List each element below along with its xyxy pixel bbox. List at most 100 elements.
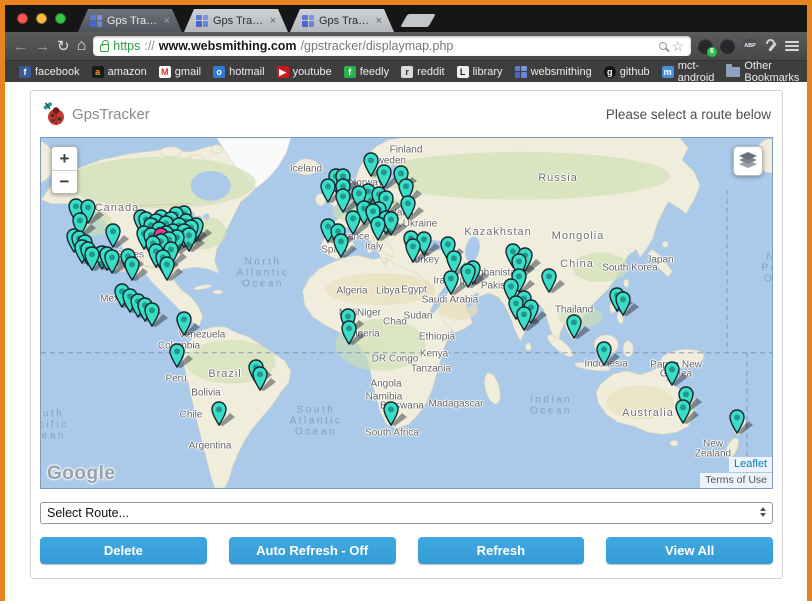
tab-1[interactable]: Gps Tracker× (78, 9, 182, 32)
layers-control[interactable] (733, 146, 763, 176)
bookmarks-bar: ffacebookaamazonMgmailohotmail▶youtubeff… (5, 61, 807, 82)
browser-window: { "colors": { "frame":"#e8831f", "button… (0, 0, 812, 601)
map-marker[interactable] (340, 320, 370, 346)
zoom-out-button[interactable]: − (52, 170, 77, 193)
extension-icons: 6 ABP (698, 38, 799, 54)
delete-button[interactable]: Delete (40, 537, 207, 564)
map-marker[interactable] (175, 311, 205, 337)
new-tab-button[interactable] (400, 14, 436, 27)
facebook-icon: f (19, 66, 31, 78)
ssl-lock-icon (100, 44, 109, 52)
brand: GpsTracker (42, 101, 150, 127)
bookmark-label: github (620, 66, 650, 78)
tab-3[interactable]: Gps Tracker× (290, 9, 394, 32)
hotmail-icon: o (213, 66, 225, 78)
url-separator: :// (144, 39, 154, 53)
map-marker[interactable] (515, 306, 545, 332)
route-select[interactable]: Select Route... (40, 502, 773, 524)
forward-button-icon[interactable] (35, 39, 50, 54)
other-bookmarks-button[interactable]: Other Bookmarks (720, 61, 805, 82)
url-scheme: https (113, 39, 140, 53)
auto-refresh-button[interactable]: Auto Refresh - Off (229, 537, 396, 564)
reload-button-icon[interactable] (57, 39, 70, 54)
address-bar[interactable]: https :// www.websmithing.com /gpstracke… (93, 36, 691, 56)
map-marker[interactable] (168, 343, 198, 369)
bookmark-label: feedly (360, 66, 389, 78)
library-icon: L (457, 66, 469, 78)
map-marker[interactable] (674, 399, 704, 425)
leaflet-attribution-link[interactable]: Leaflet (729, 457, 772, 472)
map-marker[interactable] (614, 291, 644, 317)
zoom-in-button[interactable]: + (52, 147, 77, 170)
github-icon: g (604, 66, 616, 78)
bookmark-label: websmithing (531, 66, 592, 78)
minimize-window-button[interactable] (36, 13, 47, 24)
refresh-button[interactable]: Refresh (418, 537, 585, 564)
tab-title: Gps Tracker (213, 15, 265, 27)
chrome-menu-icon[interactable] (785, 41, 799, 51)
window-controls (11, 13, 78, 32)
bookmark-youtube[interactable]: ▶ youtube (271, 61, 338, 82)
terms-of-use-link[interactable]: Terms of Use (700, 473, 772, 488)
map-marker[interactable] (565, 314, 595, 340)
amazon-icon: a (92, 66, 104, 78)
youtube-icon: ▶ (277, 66, 289, 78)
bookmark-feedly[interactable]: ffeedly (338, 61, 395, 82)
folder-icon (726, 67, 740, 77)
map-marker[interactable] (382, 401, 412, 427)
bookmark-websmithing[interactable]: websmithing (509, 61, 598, 82)
extension-badge: 6 (707, 47, 717, 57)
url-path: /gpstracker/displaymap.php (301, 39, 656, 53)
action-buttons: Delete Auto Refresh - Off Refresh View All (40, 537, 773, 564)
bookmark-hotmail[interactable]: ohotmail (207, 61, 270, 82)
back-button-icon[interactable] (13, 39, 28, 54)
adblock-plus-icon[interactable]: ABP (742, 38, 758, 54)
home-button-icon[interactable] (77, 38, 87, 54)
route-prompt: Please select a route below (606, 107, 771, 122)
bookmark-mct-android[interactable]: mmct-android (656, 61, 721, 82)
site-favicon (302, 15, 314, 27)
blocker-extension-icon[interactable]: 6 (698, 39, 713, 54)
bookmark-library[interactable]: Llibrary (451, 61, 509, 82)
map-marker[interactable] (158, 256, 188, 282)
bookmark-items: ffacebookaamazonMgmailohotmail▶youtubeff… (13, 61, 720, 82)
site-favicon (196, 15, 208, 27)
zoom-window-button[interactable] (55, 13, 66, 24)
search-icon[interactable] (659, 42, 667, 50)
map-marker[interactable] (332, 233, 362, 259)
map-marker[interactable] (404, 238, 434, 264)
extension-icon[interactable] (720, 39, 735, 54)
url-host: www.websmithing.com (159, 39, 297, 53)
bookmark-gmail[interactable]: Mgmail (153, 61, 207, 82)
map-marker[interactable] (369, 216, 399, 242)
tab-close-icon[interactable]: × (270, 15, 276, 27)
map-marker[interactable] (442, 270, 472, 296)
tab-close-icon[interactable]: × (376, 15, 382, 27)
map-marker[interactable] (210, 401, 240, 427)
gpstracker-logo-icon (42, 101, 68, 127)
map-marker[interactable] (595, 341, 625, 367)
bookmark-label: amazon (108, 66, 147, 78)
bookmark-reddit[interactable]: rreddit (395, 61, 451, 82)
map-marker[interactable] (123, 256, 153, 282)
close-window-button[interactable] (17, 13, 28, 24)
bookmark-facebook[interactable]: ffacebook (13, 61, 86, 82)
map-marker[interactable] (728, 409, 758, 435)
tab-2[interactable]: Gps Tracker × (184, 9, 288, 32)
bookmark-github[interactable]: ggithub (598, 61, 656, 82)
tab-close-icon[interactable]: × (164, 15, 170, 27)
bookmark-amazon[interactable]: aamazon (86, 61, 153, 82)
gpstracker-panel: GpsTracker Please select a route below (30, 90, 783, 579)
map-marker[interactable] (663, 361, 693, 387)
panel-header: GpsTracker Please select a route below (40, 91, 773, 137)
map-marker[interactable] (143, 302, 173, 328)
view-all-button[interactable]: View All (606, 537, 773, 564)
site-favicon (515, 66, 527, 78)
bookmark-star-icon[interactable] (671, 39, 684, 53)
tabs: Gps Tracker×Gps Tracker×Gps Tracker× (78, 9, 396, 32)
map-marker[interactable] (251, 366, 281, 392)
wrench-icon[interactable] (765, 40, 778, 53)
bookmark-label: youtube (293, 66, 332, 78)
map[interactable]: CanadaUnited StatesMexicoVenezuelaColomb… (40, 137, 773, 489)
other-bookmarks-label: Other Bookmarks (744, 60, 799, 84)
